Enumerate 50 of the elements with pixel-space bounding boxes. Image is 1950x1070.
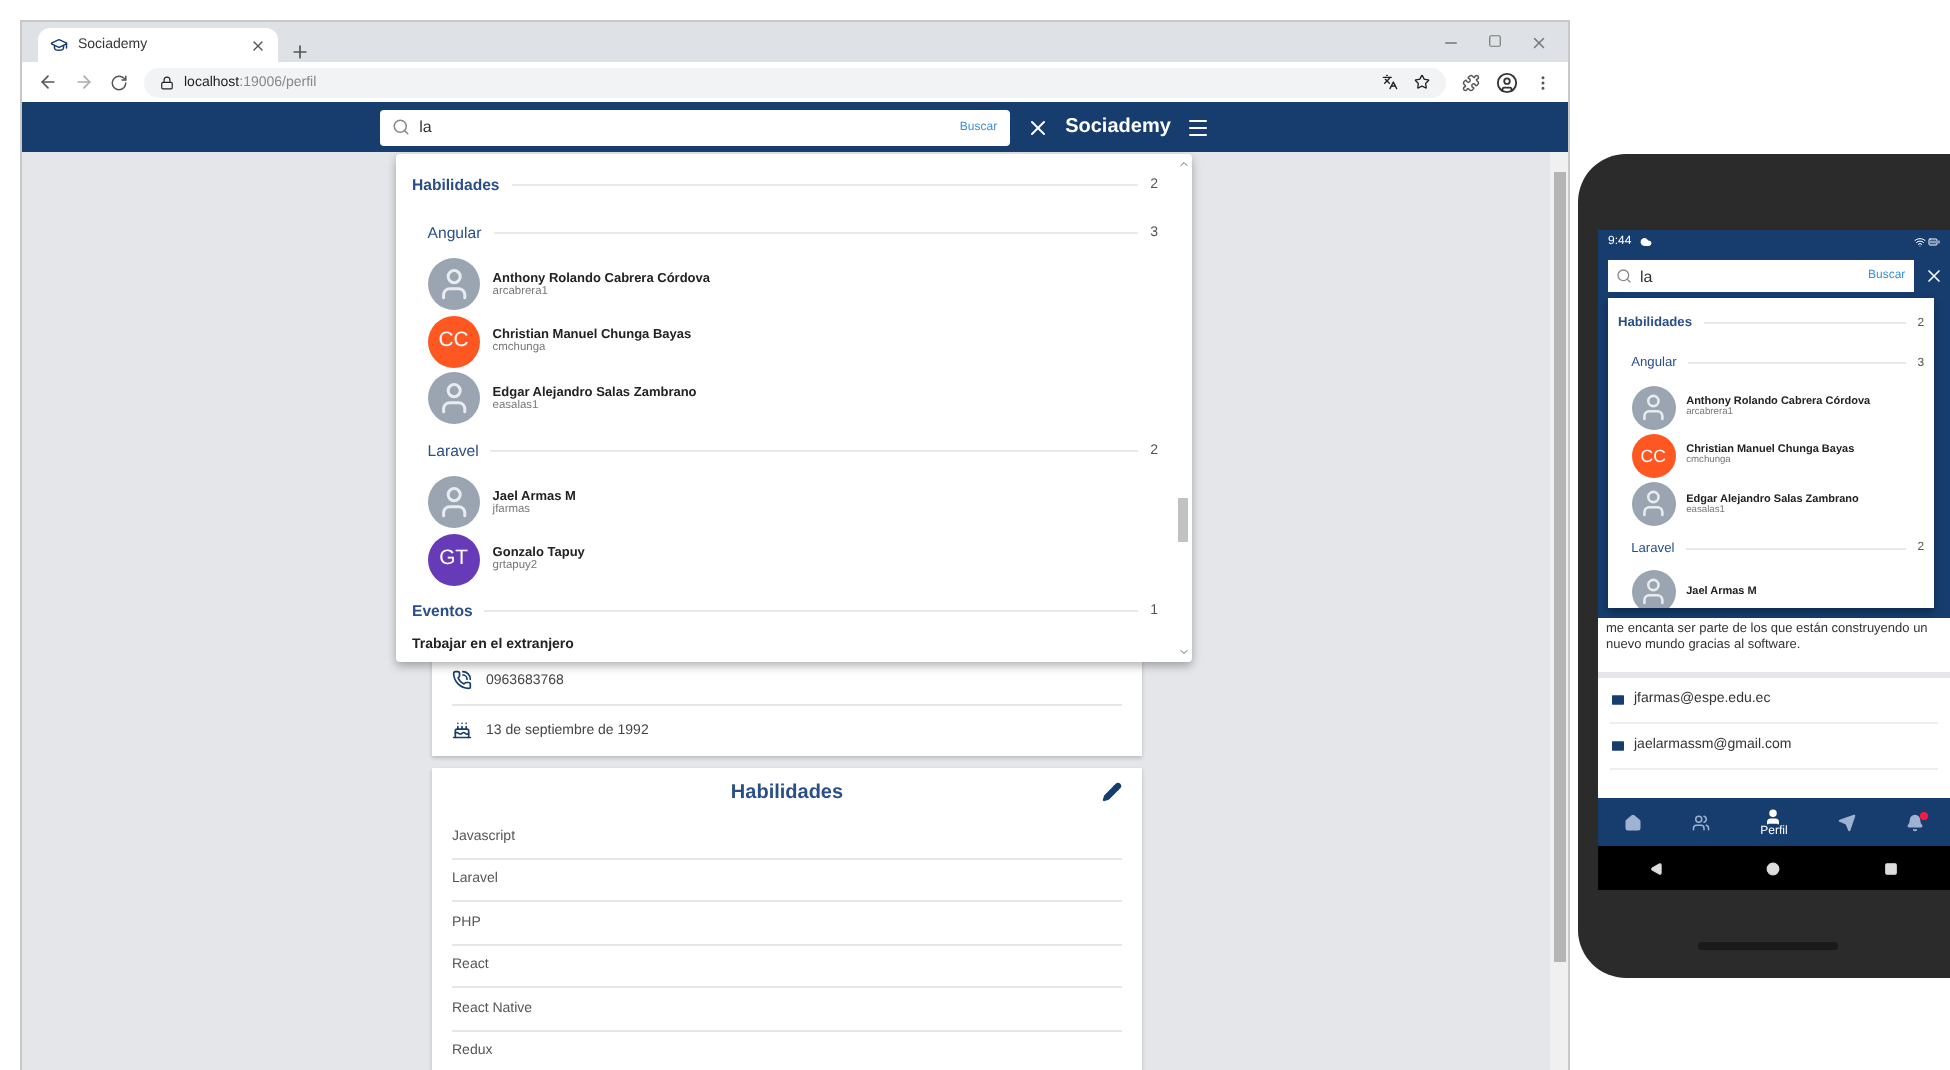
groups-icon: [1691, 813, 1710, 831]
card-title: Habilidades: [730, 781, 844, 803]
profile-icon: [1764, 807, 1783, 825]
back-icon[interactable]: [1649, 861, 1664, 875]
lock-icon: [160, 75, 174, 89]
page-scrollbar[interactable]: [1550, 152, 1568, 1070]
initials-avatar: CC: [427, 315, 480, 368]
scroll-thumb[interactable]: [1553, 172, 1565, 962]
mail-icon: [1610, 737, 1626, 754]
scroll-thumb[interactable]: [1178, 497, 1188, 542]
search-icon: [1616, 268, 1632, 284]
close-icon[interactable]: [1025, 115, 1050, 139]
cake-icon: [452, 720, 472, 740]
recents-icon[interactable]: [1884, 861, 1899, 875]
home-icon: [1623, 813, 1642, 831]
translate-icon[interactable]: [1382, 74, 1398, 90]
nav-item[interactable]: [1691, 813, 1710, 831]
bell-icon: [1906, 813, 1925, 831]
mail-icon: [1610, 691, 1626, 708]
initials-avatar: CC: [1631, 433, 1676, 478]
star-icon[interactable]: [1414, 74, 1430, 90]
maximize-icon[interactable]: [1488, 33, 1502, 47]
avatar-placeholder: [427, 258, 480, 311]
nav-item[interactable]: [1838, 813, 1857, 831]
avatar-placeholder: [427, 372, 480, 425]
send-icon: [1838, 813, 1857, 831]
puzzle-icon[interactable]: [1462, 73, 1480, 91]
nav-item[interactable]: [1906, 813, 1925, 831]
search-icon: [391, 118, 410, 136]
account-icon[interactable]: [1496, 71, 1518, 93]
back-icon[interactable]: [38, 72, 58, 92]
nav-item[interactable]: [1623, 813, 1642, 831]
brand-name: Sociademy: [1065, 116, 1171, 138]
graduation-cap-icon: [50, 36, 68, 54]
home-icon[interactable]: [1766, 861, 1781, 875]
battery-icon: [1928, 236, 1940, 248]
wifi-icon: [1914, 236, 1926, 248]
avatar-placeholder: [1631, 385, 1676, 430]
edit-icon[interactable]: [1102, 782, 1122, 802]
close-icon[interactable]: [1923, 266, 1944, 286]
phone-icon: [452, 670, 472, 690]
close-icon[interactable]: [250, 37, 266, 53]
avatar-placeholder: [427, 476, 480, 529]
cloud-icon: [1639, 236, 1652, 248]
menu-icon[interactable]: [1186, 115, 1211, 139]
reload-icon[interactable]: [110, 73, 128, 91]
new-tab-icon[interactable]: [290, 42, 310, 62]
initials-avatar: GT: [427, 533, 480, 586]
avatar-placeholder: [1631, 482, 1676, 527]
avatar-placeholder: [1631, 570, 1676, 608]
